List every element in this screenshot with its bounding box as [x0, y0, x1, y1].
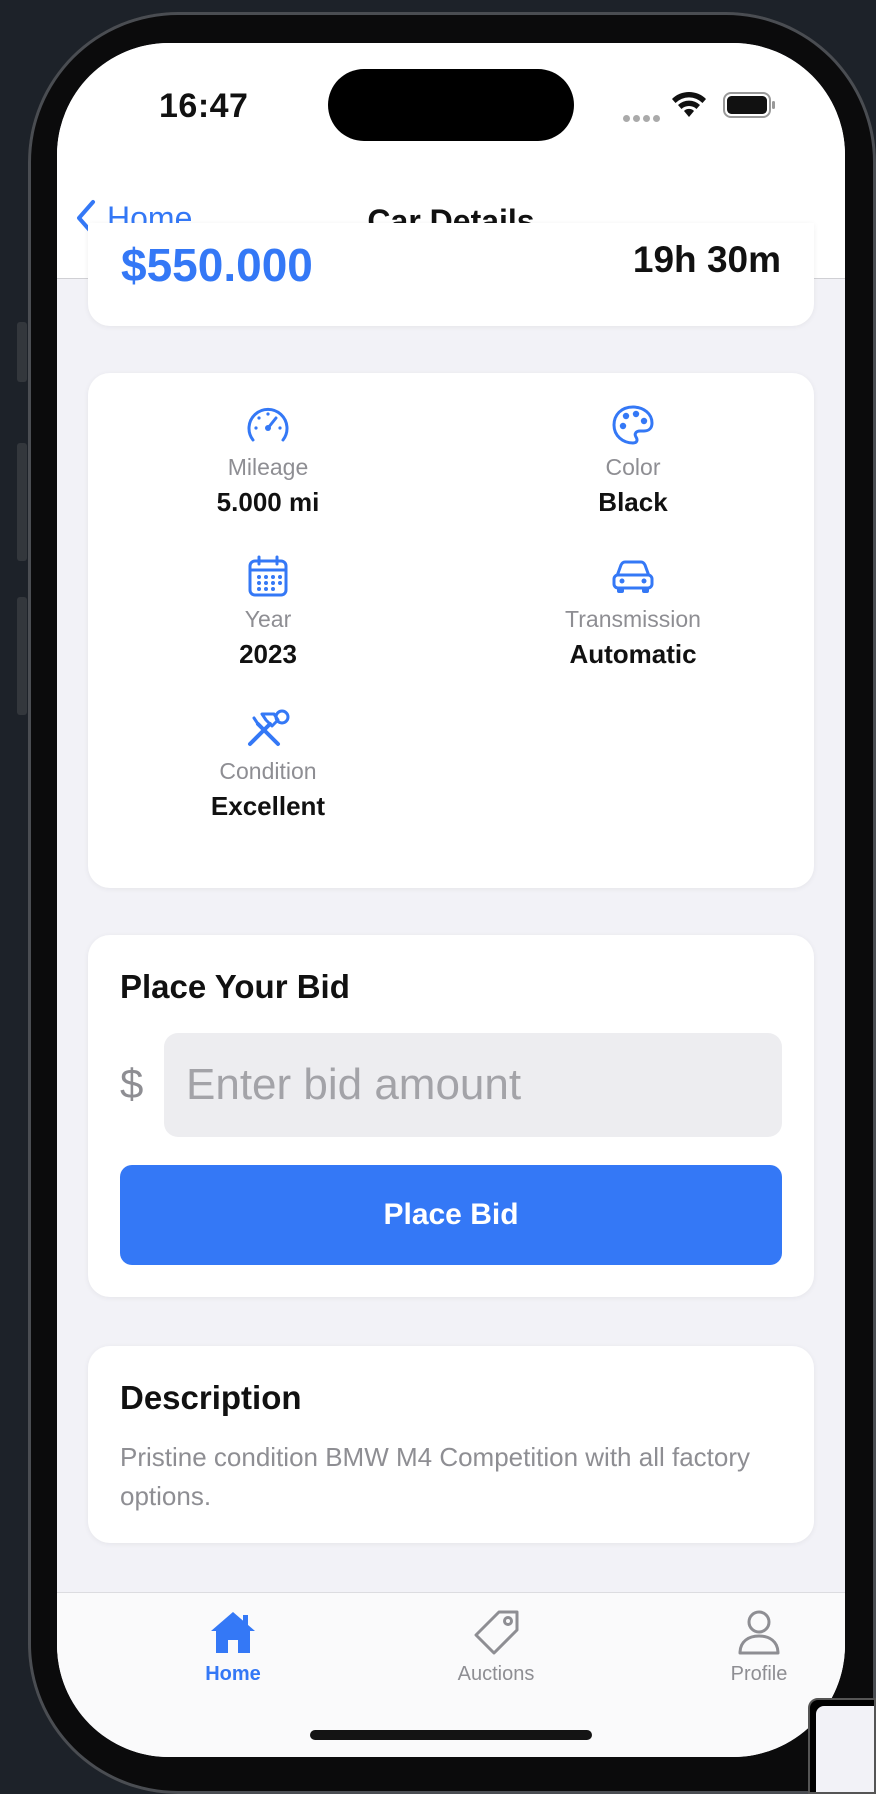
bid-card: Place Your Bid $ Place Bid	[88, 935, 814, 1297]
spec-year: Year 2023	[118, 555, 418, 670]
dynamic-island	[328, 69, 574, 141]
tools-icon	[248, 709, 290, 746]
spec-label: Transmission	[565, 606, 701, 632]
person-icon	[738, 1610, 780, 1655]
speedometer-icon	[247, 407, 289, 442]
spec-label: Mileage	[227, 454, 309, 480]
current-price: $550.000	[121, 239, 313, 291]
spec-label: Condition	[219, 758, 317, 784]
spec-condition: Condition Excellent	[118, 707, 418, 822]
bid-title: Place Your Bid	[120, 968, 350, 1005]
home-indicator	[310, 1730, 592, 1740]
tab-label: Profile	[730, 1663, 788, 1685]
bid-amount-input[interactable]	[164, 1033, 782, 1137]
signal-icon	[623, 109, 663, 127]
calendar-icon	[248, 555, 288, 597]
wifi-icon	[672, 91, 706, 117]
currency-symbol: $	[120, 1060, 144, 1107]
screen: 16:47 Home Car Details $550.000 19h 30m …	[57, 43, 845, 1757]
tab-auctions[interactable]: Auctions	[396, 1609, 596, 1686]
tab-home[interactable]: Home	[133, 1609, 333, 1686]
description-title: Description	[120, 1379, 302, 1416]
car-icon	[612, 560, 654, 593]
spec-label: Year	[244, 606, 292, 632]
spec-label: Color	[605, 454, 661, 480]
time-remaining: 19h 30m	[632, 239, 781, 280]
house-icon	[211, 1612, 255, 1653]
volume-up-button	[17, 443, 27, 561]
spec-value: 5.000 mi	[216, 487, 320, 517]
description-card: Description Pristine condition BMW M4 Co…	[88, 1346, 814, 1543]
status-time: 16:47	[159, 87, 249, 125]
tab-label: Home	[205, 1663, 261, 1685]
place-bid-button[interactable]: Place Bid	[120, 1165, 782, 1265]
description-text: Pristine condition BMW M4 Competition wi…	[120, 1442, 751, 1511]
spec-color: Color Black	[483, 403, 783, 518]
specs-card: Mileage 5.000 mi Color Black Year 2023 T…	[88, 373, 814, 888]
tab-label: Auctions	[457, 1663, 535, 1685]
palette-icon	[612, 405, 654, 445]
spec-transmission: Transmission Automatic	[483, 555, 783, 670]
price-card: $550.000 19h 30m	[88, 223, 814, 326]
screenshot-thumbnail[interactable]	[808, 1698, 876, 1794]
action-button	[17, 322, 27, 382]
tag-icon	[474, 1610, 519, 1655]
spec-value: Black	[598, 487, 668, 517]
spec-value: Excellent	[210, 791, 326, 821]
status-bar: 16:47	[57, 43, 845, 173]
volume-down-button	[17, 597, 27, 715]
spec-value: Automatic	[569, 639, 697, 669]
spec-value: 2023	[239, 639, 297, 669]
spec-mileage: Mileage 5.000 mi	[118, 403, 418, 518]
tab-profile[interactable]: Profile	[659, 1609, 845, 1686]
battery-icon	[723, 92, 775, 118]
phone-frame: 16:47 Home Car Details $550.000 19h 30m …	[28, 12, 876, 1794]
